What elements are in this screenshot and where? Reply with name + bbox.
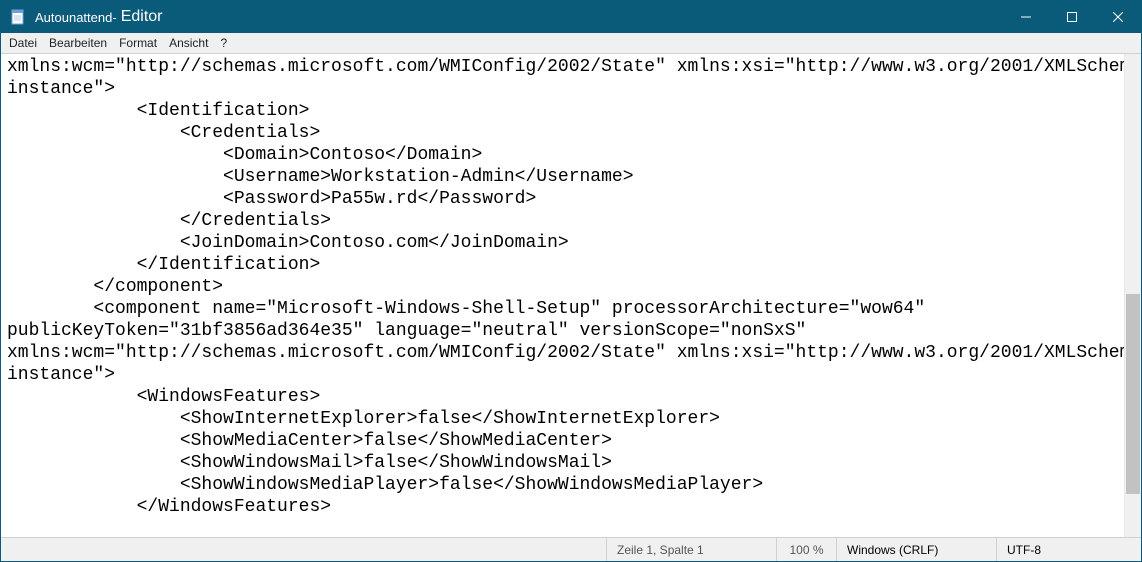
status-spacer — [1, 538, 606, 561]
close-button[interactable] — [1095, 1, 1141, 33]
app-name: Editor — [121, 8, 163, 26]
scrollbar-thumb[interactable] — [1126, 294, 1140, 494]
status-line-ending: Windows (CRLF) — [836, 538, 996, 561]
title-separator: - — [112, 10, 116, 25]
editor-area: xmlns:wcm="http://schemas.microsoft.com/… — [1, 54, 1141, 537]
menu-view[interactable]: Ansicht — [163, 35, 214, 51]
minimize-button[interactable] — [1003, 1, 1049, 33]
status-zoom: 100 % — [776, 538, 836, 561]
close-icon — [1113, 12, 1123, 22]
status-encoding: UTF-8 — [996, 538, 1141, 561]
notepad-window: Autounattend - Editor Datei Bearbeiten F… — [0, 0, 1142, 562]
text-editor[interactable]: xmlns:wcm="http://schemas.microsoft.com/… — [1, 54, 1141, 537]
menu-edit[interactable]: Bearbeiten — [43, 35, 113, 51]
statusbar: Zeile 1, Spalte 1 100 % Windows (CRLF) U… — [1, 537, 1141, 561]
maximize-icon — [1067, 12, 1077, 22]
document-name: Autounattend — [35, 10, 112, 25]
maximize-button[interactable] — [1049, 1, 1095, 33]
notepad-icon — [10, 9, 26, 25]
app-icon — [1, 9, 35, 25]
status-cursor-position: Zeile 1, Spalte 1 — [606, 538, 776, 561]
menu-help[interactable]: ? — [214, 35, 233, 51]
minimize-icon — [1021, 12, 1031, 22]
menu-format[interactable]: Format — [113, 35, 163, 51]
menubar: Datei Bearbeiten Format Ansicht ? — [1, 33, 1141, 54]
vertical-scrollbar[interactable] — [1124, 54, 1141, 537]
menu-file[interactable]: Datei — [3, 35, 43, 51]
titlebar[interactable]: Autounattend - Editor — [1, 1, 1141, 33]
